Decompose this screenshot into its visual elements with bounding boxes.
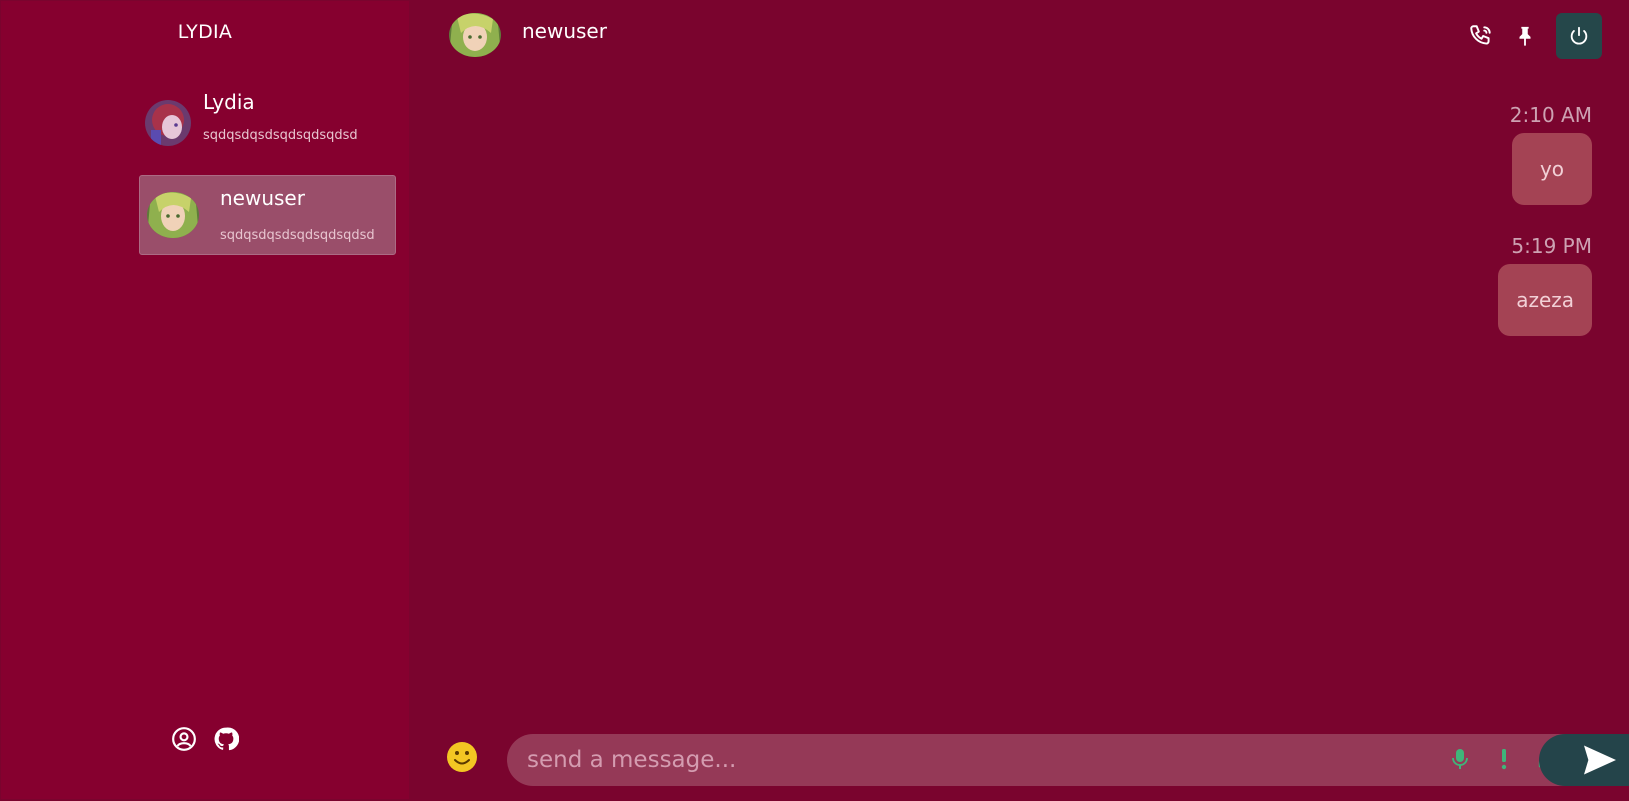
microphone-icon[interactable]: [1448, 747, 1472, 771]
power-icon: [1570, 26, 1588, 45]
sidebar: LYDIA Lydia sqdqsdqsdsqdsqdsqdsd newuser…: [1, 1, 409, 799]
pin-icon[interactable]: [1512, 23, 1538, 49]
chat-app: LYDIA Lydia sqdqsdqsdsqdsqdsqdsd newuser…: [1, 1, 1629, 799]
message-input[interactable]: [527, 734, 1307, 786]
contact-item-newuser[interactable]: newuser sqdqsdqsdsqdsqdsqdsd: [139, 175, 396, 255]
message-composer: [507, 734, 1592, 786]
message-item: 5:19 PM azeza: [1498, 234, 1592, 336]
message-item: 2:10 AM yo: [1510, 103, 1592, 205]
message-bubble: azeza: [1498, 264, 1592, 336]
contact-name: newuser: [220, 186, 305, 210]
chat-panel: newuser 2:10 AM yo 5:19 PM azeza send a …: [409, 1, 1629, 799]
sidebar-footer: [171, 726, 240, 752]
chat-header-avatar: [449, 13, 501, 57]
emoji-icon[interactable]: [446, 741, 478, 773]
contact-preview: sqdqsdqsdsqdsqdsqdsd: [220, 228, 375, 243]
github-icon[interactable]: [213, 726, 240, 752]
contact-preview: sqdqsdqsdsqdsqdsqdsd: [203, 128, 358, 143]
message-time: 2:10 AM: [1509, 103, 1592, 127]
header-actions: [1468, 13, 1602, 59]
message-bubble: yo: [1512, 133, 1592, 205]
send-button[interactable]: [1539, 734, 1629, 786]
contact-name: Lydia: [203, 90, 255, 114]
chat-header-name: newuser: [522, 19, 607, 43]
power-button[interactable]: [1556, 13, 1602, 59]
avatar: [145, 100, 191, 146]
phone-icon[interactable]: [1468, 23, 1494, 49]
message-time: 5:19 PM: [1511, 234, 1592, 258]
contact-item-lydia[interactable]: Lydia sqdqsdqsdsqdsqdsqdsd: [139, 84, 396, 164]
brand-title: LYDIA: [177, 21, 233, 43]
exclamation-icon[interactable]: [1492, 747, 1516, 771]
send-icon: [1584, 745, 1616, 775]
avatar: [147, 192, 199, 238]
user-circle-icon[interactable]: [171, 726, 197, 752]
